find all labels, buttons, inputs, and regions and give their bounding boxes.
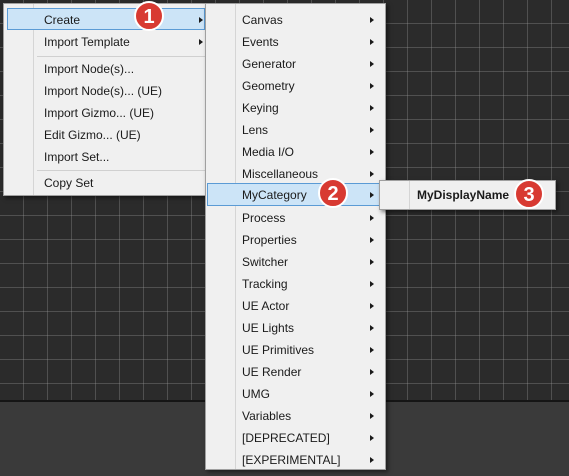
menu-item-events[interactable]: Events [207, 31, 384, 53]
menu-item-ue-primitives[interactable]: UE Primitives [207, 339, 384, 361]
submenu-arrow-icon [370, 61, 374, 67]
step-badge-3: 3 [514, 179, 544, 209]
submenu-arrow-icon [370, 391, 374, 397]
submenu-arrow-icon [370, 325, 374, 331]
menu-item-label: Tracking [242, 277, 288, 291]
menu-item-generator[interactable]: Generator [207, 53, 384, 75]
menu-item-import-nodes[interactable]: Import Node(s)... [7, 58, 205, 80]
menu-item-label: Switcher [242, 255, 289, 269]
menu-item-label: Media I/O [242, 145, 295, 159]
context-menu: Create Import Template Import Node(s)...… [3, 3, 208, 196]
menu-item-media-io[interactable]: Media I/O [207, 141, 384, 163]
menu-item-import-gizmo-ue[interactable]: Import Gizmo... (UE) [7, 102, 205, 124]
menu-item-create[interactable]: Create [7, 8, 205, 30]
submenu-arrow-icon [199, 39, 203, 45]
submenu-arrow-icon [370, 237, 374, 243]
menu-item-variables[interactable]: Variables [207, 405, 384, 427]
menu-item-mycategory[interactable]: MyCategory [207, 183, 384, 206]
menu-item-switcher[interactable]: Switcher [207, 251, 384, 273]
submenu-arrow-icon [370, 457, 374, 463]
menu-item-label: Geometry [242, 79, 295, 93]
menu-item-label: Process [242, 211, 286, 225]
menu-item-import-set[interactable]: Import Set... [7, 146, 205, 168]
menu-item-label: Miscellaneous [242, 167, 319, 181]
menu-item-label: MyCategory [242, 188, 307, 202]
menu-item-label: Import Template [44, 35, 130, 49]
menu-item-lens[interactable]: Lens [207, 119, 384, 141]
submenu-arrow-icon [370, 281, 374, 287]
step-badge-2: 2 [318, 178, 348, 208]
menu-item-label: UE Render [242, 365, 302, 379]
menu-item-label: UE Primitives [242, 343, 315, 357]
menu-item-label: Generator [242, 57, 297, 71]
menu-item-deprecated[interactable]: [DEPRECATED] [207, 427, 384, 449]
menu-item-ue-lights[interactable]: UE Lights [207, 317, 384, 339]
submenu-arrow-icon [370, 105, 374, 111]
menu-item-import-template[interactable]: Import Template [7, 31, 205, 53]
menu-item-edit-gizmo-ue[interactable]: Edit Gizmo... (UE) [7, 124, 205, 146]
menu-item-miscellaneous[interactable]: Miscellaneous [207, 163, 384, 185]
menu-item-process[interactable]: Process [207, 207, 384, 229]
menu-item-canvas[interactable]: Canvas [207, 9, 384, 31]
menu-item-label: Import Node(s)... (UE) [44, 84, 163, 98]
submenu-arrow-icon [370, 347, 374, 353]
menu-separator [37, 56, 205, 57]
menu-item-label: Copy Set [44, 176, 94, 190]
menu-item-label: Import Node(s)... [44, 62, 135, 76]
menu-item-label: Create [44, 13, 81, 27]
submenu-arrow-icon [370, 413, 374, 419]
menu-item-label: MyDisplayName [417, 188, 510, 202]
submenu-arrow-icon [370, 259, 374, 265]
submenu-arrow-icon [370, 171, 374, 177]
menu-item-label: Canvas [242, 13, 283, 27]
menu-item-experimental[interactable]: [EXPERIMENTAL] [207, 449, 384, 471]
menu-item-properties[interactable]: Properties [207, 229, 384, 251]
submenu-arrow-icon [370, 149, 374, 155]
menu-item-geometry[interactable]: Geometry [207, 75, 384, 97]
menu-item-keying[interactable]: Keying [207, 97, 384, 119]
submenu-arrow-icon [370, 303, 374, 309]
menu-item-tracking[interactable]: Tracking [207, 273, 384, 295]
menu-separator [37, 170, 205, 171]
submenu-arrow-icon [370, 127, 374, 133]
menu-item-label: Edit Gizmo... (UE) [44, 128, 141, 142]
menu-item-label: [EXPERIMENTAL] [242, 453, 341, 467]
menu-item-ue-actor[interactable]: UE Actor [207, 295, 384, 317]
menu-item-label: UE Lights [242, 321, 295, 335]
menu-item-umg[interactable]: UMG [207, 383, 384, 405]
menu-item-label: Lens [242, 123, 269, 137]
menu-item-label: Import Set... [44, 150, 110, 164]
submenu-arrow-icon [370, 369, 374, 375]
menu-item-label: [DEPRECATED] [242, 431, 330, 445]
menu-item-label: UMG [242, 387, 270, 401]
menu-item-ue-render[interactable]: UE Render [207, 361, 384, 383]
menu-item-label: Events [242, 35, 279, 49]
menu-item-import-nodes-ue[interactable]: Import Node(s)... (UE) [7, 80, 205, 102]
menu-item-label: Keying [242, 101, 279, 115]
submenu-arrow-icon [370, 192, 374, 198]
submenu-arrow-icon [370, 17, 374, 23]
menu-item-copy-set[interactable]: Copy Set [7, 172, 205, 194]
submenu-arrow-icon [370, 215, 374, 221]
menu-item-label: Import Gizmo... (UE) [44, 106, 155, 120]
step-badge-1: 1 [134, 1, 164, 31]
create-submenu: Canvas Events Generator Geometry Keying … [205, 3, 386, 470]
menu-item-label: Variables [242, 409, 292, 423]
submenu-arrow-icon [370, 83, 374, 89]
menu-item-label: UE Actor [242, 299, 290, 313]
submenu-arrow-icon [370, 435, 374, 441]
submenu-arrow-icon [199, 17, 203, 23]
submenu-arrow-icon [370, 39, 374, 45]
menu-item-label: Properties [242, 233, 297, 247]
